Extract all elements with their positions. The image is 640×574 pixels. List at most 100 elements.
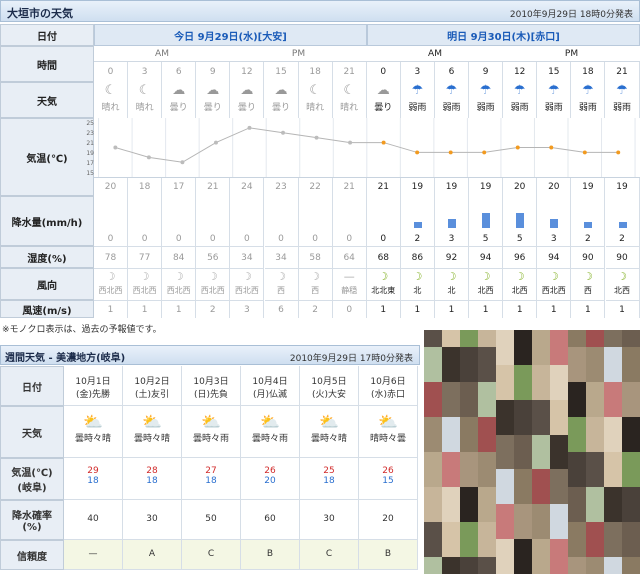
weekly-forecast-table: 日付 天気 気温(℃) (岐阜) 降水確率 (%) 信頼度 10月1日 (金)先勝… <box>0 366 420 574</box>
hour-cell: 6 <box>435 62 469 82</box>
wind-arrow-icon: ☽ <box>617 270 627 283</box>
weekly-low: 18 <box>205 476 217 486</box>
wind-speed-value: 1 <box>503 300 538 318</box>
cloud-sun-icon: ⛅ <box>260 412 280 431</box>
rain-value: 0 <box>94 232 128 246</box>
day-header-today[interactable]: 今日 9月29日(水)[大安] <box>94 24 367 46</box>
mosaic-tile <box>460 469 478 487</box>
day-header-tomorrow[interactable]: 明日 9月30日(木)[赤口] <box>367 24 640 46</box>
wind-direction: 西北西 <box>541 286 566 295</box>
weather-label: 弱雨 <box>510 103 529 113</box>
temp-axis-tick: 25 <box>86 120 94 127</box>
hour-cell: 15 <box>265 62 299 82</box>
rain-value: 2 <box>606 232 640 246</box>
weekly-high: 28 <box>146 466 158 476</box>
rain-cell <box>128 196 163 232</box>
weather-label: 弱雨 <box>544 103 563 113</box>
mosaic-tile <box>604 382 622 400</box>
wind-arrow-icon: ☽ <box>207 270 218 283</box>
mosaic-tile <box>604 469 622 487</box>
weekly-date-cell: 10月2日 (土)友引 <box>123 366 182 406</box>
weekly-high: 25 <box>323 466 335 476</box>
rain-cell <box>537 196 572 232</box>
weather-cell: ☁ 曇り <box>196 82 231 118</box>
wind-direction: 静穏 <box>341 286 358 295</box>
mosaic-tile <box>478 486 496 505</box>
weekly-weather: 曇時々晴 <box>74 434 111 444</box>
mosaic-tile <box>514 399 532 418</box>
weekly-pop: 30 <box>146 514 158 524</box>
moon-icon: ☾ <box>104 83 117 98</box>
mosaic-tile <box>424 469 442 487</box>
wind-cell: ☽ 西北西 <box>537 268 572 300</box>
cloud-icon: ☁ <box>274 83 288 98</box>
rain-value: 0 <box>162 232 197 246</box>
weather-cell: ☁ 曇り <box>230 82 265 118</box>
mosaic-tile <box>424 399 442 418</box>
weather-cell: ☂ 弱雨 <box>401 82 435 118</box>
wind-direction: 西 <box>311 286 320 295</box>
rain-bar <box>413 222 422 228</box>
weekly-temp-cell: 27 18 <box>182 458 241 500</box>
weather-cell: ☾ 晴れ <box>299 82 333 118</box>
mosaic-tile <box>424 382 442 400</box>
rain-bar <box>482 213 491 228</box>
pm-label: PM <box>230 46 367 62</box>
humidity-value: 86 <box>400 246 435 268</box>
mosaic-tile <box>550 539 568 557</box>
mosaic-tile <box>622 539 640 557</box>
mosaic-tile <box>550 399 568 418</box>
wind-speed-value: 1 <box>128 300 163 318</box>
wind-direction: 西北西 <box>166 286 191 295</box>
mosaic-tile <box>442 521 460 540</box>
mosaic-tile <box>586 486 604 505</box>
rain-cell <box>299 196 333 232</box>
weather-label: 晴れ <box>135 103 154 113</box>
humidity-value: 90 <box>605 246 640 268</box>
weekly-pop-cell: 40 <box>64 500 123 540</box>
mosaic-tile <box>460 417 478 435</box>
mosaic-tile <box>568 521 586 540</box>
temp-value: 19 <box>606 178 640 196</box>
hour-cell: 18 <box>571 62 606 82</box>
mosaic-tile <box>532 417 550 435</box>
mosaic-tile <box>424 364 442 383</box>
temp-axis-tick: 19 <box>86 150 94 157</box>
temp-value: 21 <box>333 178 367 196</box>
mosaic-tile <box>460 539 478 557</box>
temp-value: 19 <box>571 178 606 196</box>
rain-bar <box>550 219 559 228</box>
hour-cell: 9 <box>196 62 231 82</box>
mosaic-tile <box>424 434 442 452</box>
mosaic-tile <box>568 504 586 522</box>
weekly-weather-cell: ⛅ 晴時々曇 <box>359 406 418 458</box>
mosaic-tile <box>586 417 604 435</box>
weekly-weather: 晴時々曇 <box>369 434 406 444</box>
mosaic-tile <box>550 434 568 452</box>
weekly-pop-cell: 50 <box>182 500 241 540</box>
mosaic-tile <box>460 382 478 400</box>
temp-point <box>415 150 420 155</box>
row-label-rain: 降水量(mm/h) <box>0 196 94 246</box>
mosaic-tile <box>514 452 532 470</box>
weekly-rel-cell: — <box>64 540 123 570</box>
mosaic-tile <box>568 364 586 383</box>
mosaic-tile <box>424 330 442 348</box>
moon-icon: ☾ <box>309 83 321 98</box>
mosaic-tile <box>604 330 622 348</box>
wind-arrow-icon: ☽ <box>412 270 423 283</box>
mosaic-tile <box>514 469 532 487</box>
mosaic-tile <box>550 417 568 435</box>
weather-label: 曇り <box>374 103 393 113</box>
weekly-high: 27 <box>205 466 217 476</box>
mosaic-tile <box>604 347 622 365</box>
cloud-sun-icon: ⛅ <box>142 412 162 431</box>
weekly-rel-cell: C <box>182 540 241 570</box>
wind-speed-value: 1 <box>162 300 197 318</box>
cloud-sun-icon: ⛅ <box>201 412 221 431</box>
mosaic-tile <box>568 330 586 348</box>
mosaic-tile <box>442 330 460 348</box>
weekly-temp-cell: 25 18 <box>300 458 359 500</box>
weekly-date-cell: 10月5日 (火)大安 <box>300 366 359 406</box>
hour-cell: 0 <box>94 62 128 82</box>
